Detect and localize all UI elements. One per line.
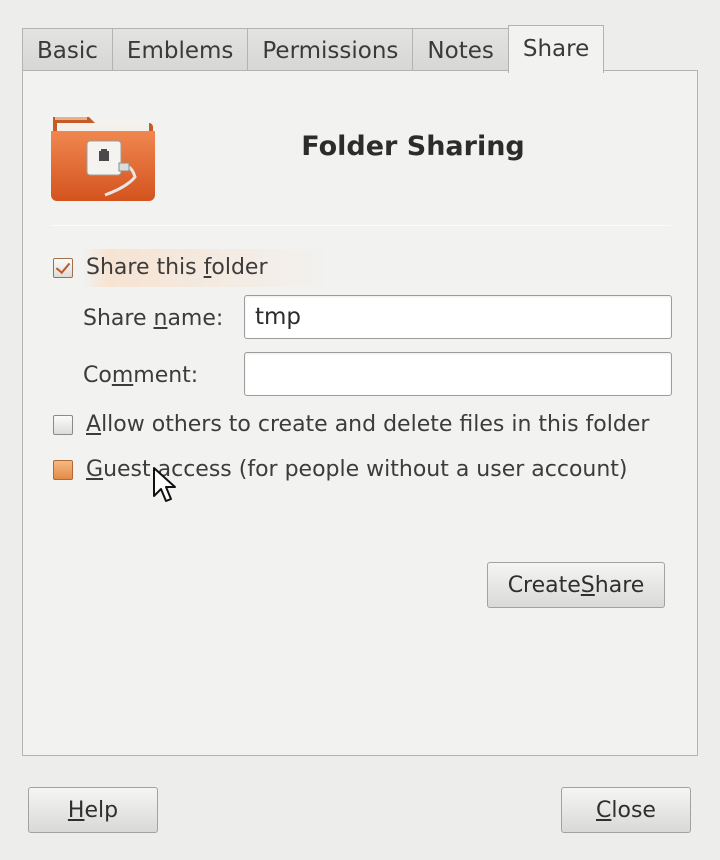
- guest-access-checkbox[interactable]: [53, 459, 73, 480]
- allow-others-label: Allow others to create and delete files …: [86, 412, 650, 437]
- folder-share-icon: [51, 117, 155, 201]
- separator: [51, 225, 671, 226]
- tab-notes[interactable]: Notes: [412, 28, 508, 72]
- allow-others-checkbox-row[interactable]: Allow others to create and delete files …: [53, 412, 649, 437]
- tab-permissions[interactable]: Permissions: [247, 28, 413, 72]
- allow-others-checkbox[interactable]: [53, 414, 73, 435]
- share-folder-checkbox[interactable]: [53, 257, 73, 278]
- comment-label: Comment:: [83, 363, 199, 388]
- mouse-pointer-icon: [153, 467, 176, 502]
- tab-emblems[interactable]: Emblems: [111, 28, 248, 72]
- share-name-input[interactable]: tmp: [244, 295, 672, 339]
- share-name-label: Share name:: [83, 306, 224, 331]
- tab-bar: Basic Emblems Permissions Notes Share: [22, 24, 605, 73]
- share-panel: Folder Sharing Share this folder Share n…: [22, 70, 698, 756]
- tab-basic[interactable]: Basic: [22, 28, 112, 72]
- share-folder-label: Share this folder: [86, 255, 268, 280]
- create-share-button[interactable]: Create Share: [487, 562, 665, 608]
- tab-share[interactable]: Share: [507, 25, 605, 73]
- page-title: Folder Sharing: [301, 131, 525, 162]
- share-folder-checkbox-row[interactable]: Share this folder: [53, 255, 268, 280]
- guest-access-checkbox-row[interactable]: Guest access (for people without a user …: [53, 457, 628, 482]
- close-button[interactable]: Close: [561, 787, 691, 833]
- help-button[interactable]: Help: [28, 787, 158, 833]
- comment-input[interactable]: [244, 352, 672, 396]
